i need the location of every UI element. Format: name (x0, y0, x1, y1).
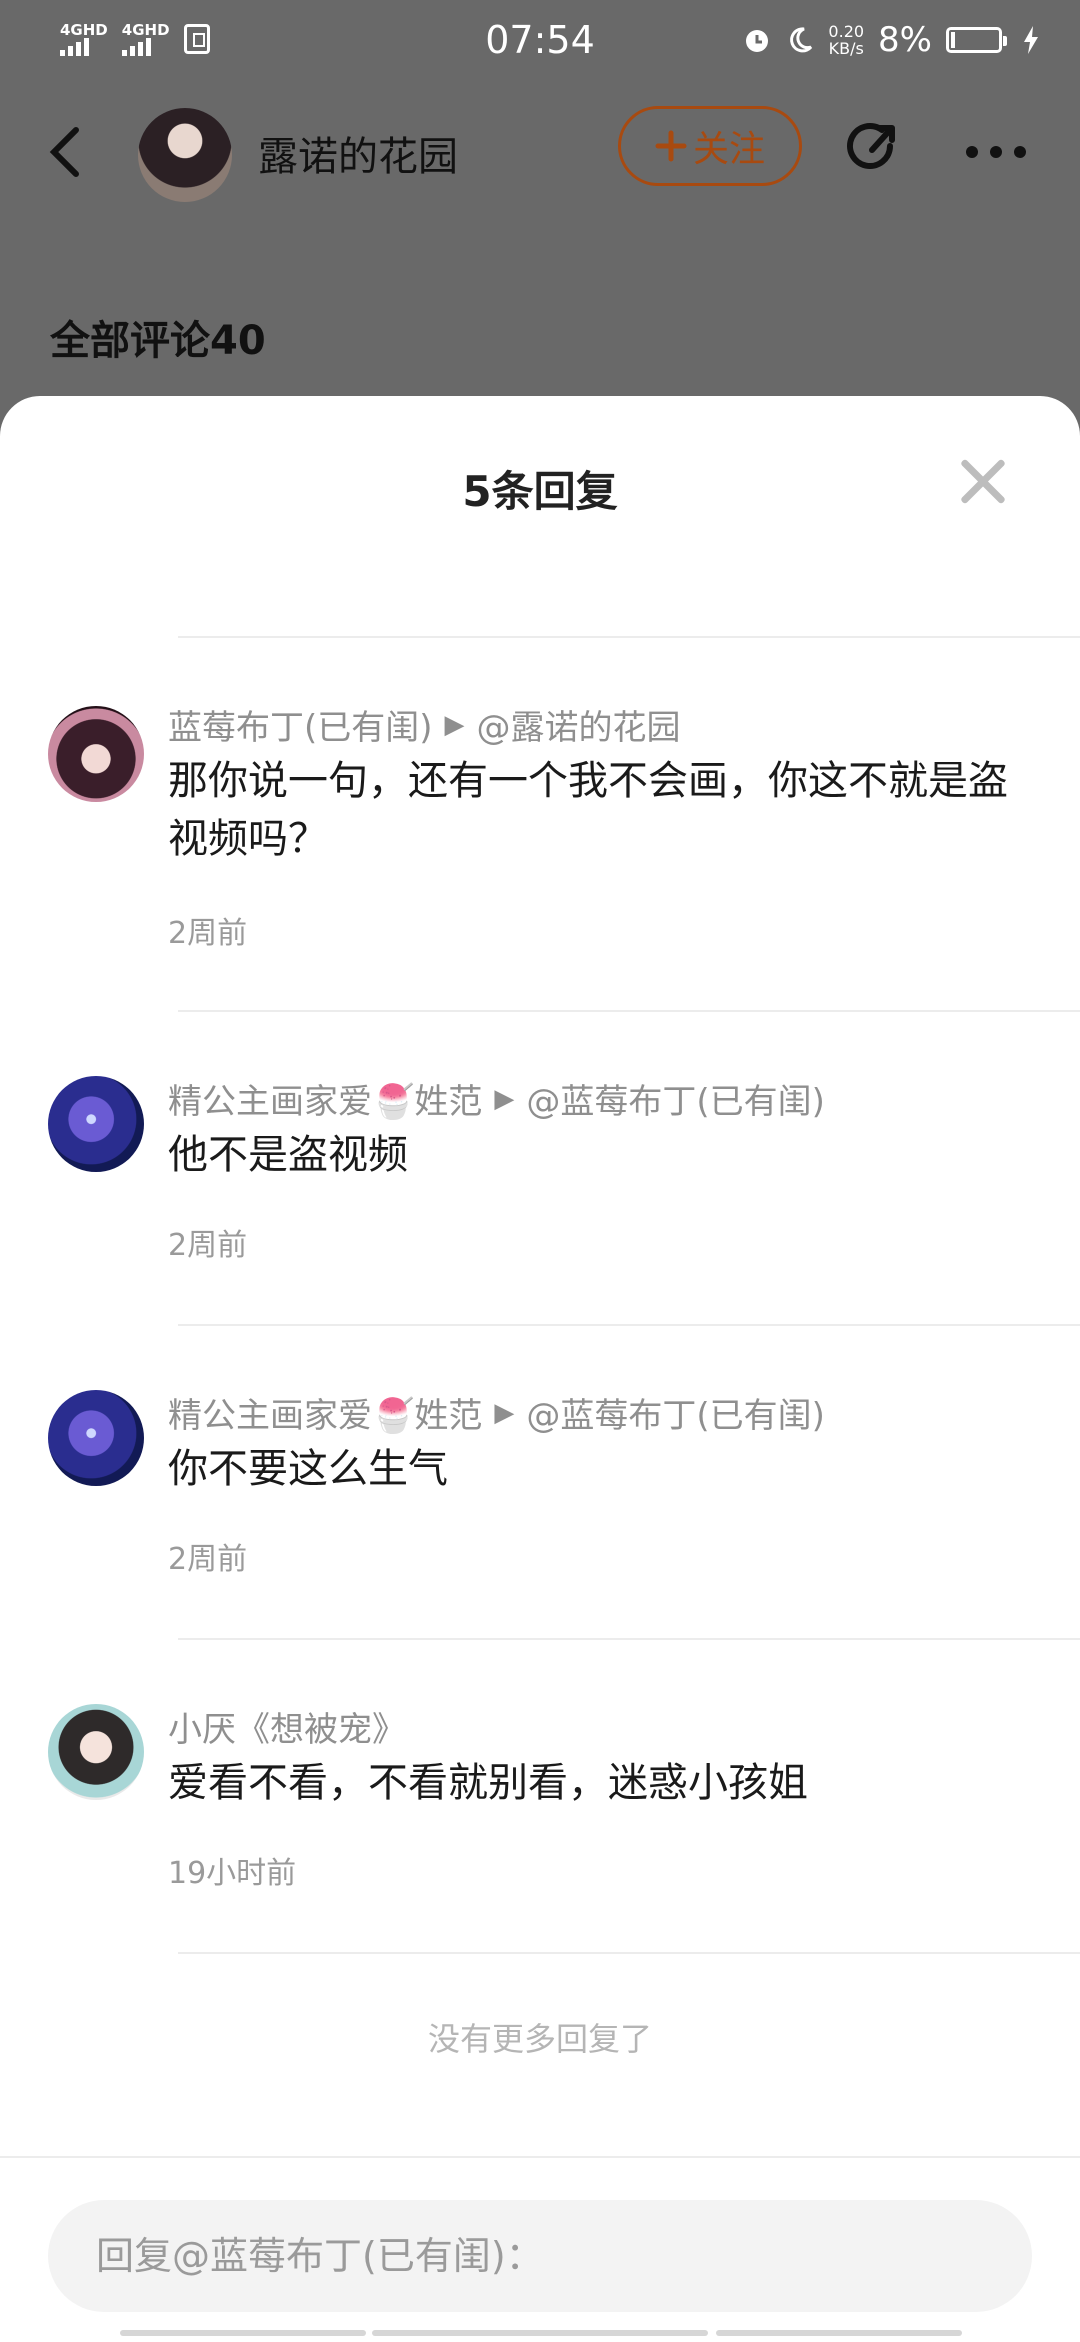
reply-target[interactable]: @露诺的花园 (477, 700, 681, 749)
user-avatar[interactable] (48, 706, 144, 802)
video-header: 露诺的花园 关注 (0, 100, 1080, 210)
no-more-replies: 没有更多回复了 (427, 2020, 652, 2058)
divider (178, 1638, 1080, 1640)
reply-time: 2周前 (168, 1542, 248, 1577)
author-name[interactable]: 露诺的花园 (258, 124, 458, 182)
share-icon (847, 123, 895, 169)
reply-text: 爱看不看，不看就别看，迷惑小孩姐 (168, 1760, 808, 1806)
all-comments-count: 全部评论40 (50, 318, 266, 364)
reply-time: 19小时前 (168, 1856, 297, 1891)
nav-indicator (372, 2330, 708, 2336)
reply-text: 他不是盗视频 (168, 1132, 408, 1178)
reply-header: 小厌《想被宠》 (168, 1702, 406, 1751)
user-avatar[interactable] (48, 1390, 144, 1486)
plus-icon (655, 130, 687, 162)
battery-icon (946, 27, 1007, 53)
do-not-disturb-moon-icon (790, 27, 813, 53)
reply-target[interactable]: @蓝莓布丁(已有闺) (526, 1074, 825, 1123)
replies-sheet: 5条回复 蓝莓布丁(已有闺) ▶ @露诺的花园 那你说一句，还有一个我不会画，你… (0, 396, 1080, 2342)
sheet-title: 5条回复 (462, 467, 618, 516)
alarm-icon (746, 30, 769, 52)
nav-indicator (716, 2330, 962, 2336)
status-bar: 4GHD 4GHD 07:54 0.20 KB/s 8% (0, 0, 1080, 84)
reply-input-bar (0, 2156, 1080, 2342)
follow-button[interactable]: 关注 (618, 106, 802, 186)
user-avatar[interactable] (48, 1076, 144, 1172)
reply-arrow-icon: ▶ (494, 1397, 515, 1428)
close-button[interactable] (958, 456, 1008, 506)
reply-time: 2周前 (168, 1228, 248, 1263)
reply-target[interactable]: @蓝莓布丁(已有闺) (526, 1388, 825, 1437)
charging-bolt-icon (1024, 26, 1038, 54)
back-button[interactable] (44, 122, 104, 182)
share-button[interactable] (842, 120, 902, 180)
user-avatar[interactable] (48, 1704, 144, 1800)
reply-text: 你不要这么生气 (168, 1446, 448, 1492)
divider (178, 1010, 1080, 1012)
reply-username[interactable]: 精公主画家爱🍧姓范 (168, 1074, 482, 1123)
reply-username[interactable]: 小厌《想被宠》 (168, 1702, 406, 1751)
reply-text: 那你说一句，还有一个我不会画，你这不就是盗视频吗？ (168, 758, 1008, 862)
reply-header: 蓝莓布丁(已有闺) ▶ @露诺的花园 (168, 700, 681, 749)
divider (178, 1952, 1080, 1954)
reply-username[interactable]: 精公主画家爱🍧姓范 (168, 1388, 482, 1437)
chevron-left-icon (49, 127, 79, 177)
reply-header: 精公主画家爱🍧姓范 ▶ @蓝莓布丁(已有闺) (168, 1074, 825, 1123)
reply-username[interactable]: 蓝莓布丁(已有闺) (168, 700, 433, 749)
nav-indicator (120, 2330, 366, 2336)
battery-percent: 8% (878, 20, 932, 60)
more-dots-icon (966, 146, 1026, 158)
reply-arrow-icon: ▶ (444, 709, 465, 740)
reply-arrow-icon: ▶ (494, 1083, 515, 1114)
divider (178, 636, 1080, 638)
status-right: 0.20 KB/s 8% (742, 20, 1040, 60)
network-speed: 0.20 KB/s (828, 22, 865, 58)
divider (178, 1324, 1080, 1326)
reply-input[interactable] (48, 2200, 1032, 2312)
author-avatar[interactable] (138, 108, 232, 202)
reply-time: 2周前 (168, 916, 248, 951)
more-options-button[interactable] (964, 126, 1028, 166)
reply-header: 精公主画家爱🍧姓范 ▶ @蓝莓布丁(已有闺) (168, 1388, 825, 1437)
